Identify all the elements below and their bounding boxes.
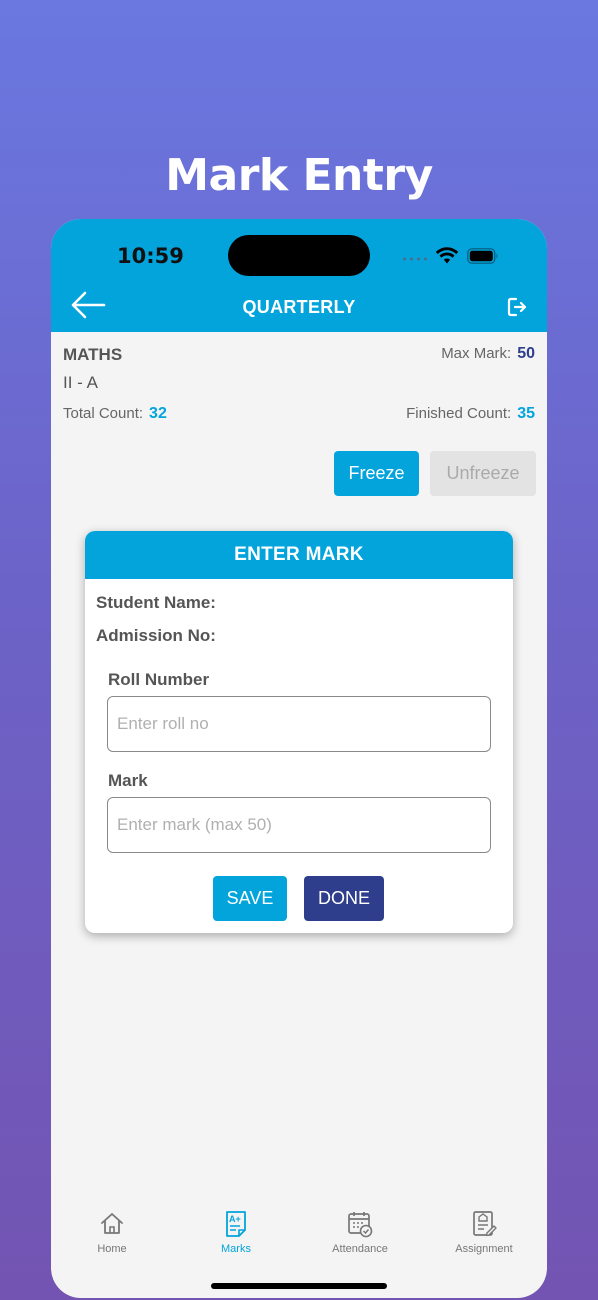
unfreeze-button[interactable]: Unfreeze	[430, 451, 536, 496]
signal-dots-icon	[401, 257, 429, 261]
svg-text:A+: A+	[229, 1214, 241, 1224]
promo-title: Mark Entry	[165, 150, 433, 201]
class-section: II - A	[63, 373, 98, 392]
max-mark: Max Mark: 50	[441, 345, 535, 363]
bottom-tab-bar: Home A+ Marks Attendance Assignment	[51, 1199, 547, 1259]
logout-icon[interactable]	[507, 297, 529, 317]
attendance-icon	[348, 1212, 373, 1238]
tab-marks[interactable]: A+ Marks	[186, 1199, 286, 1259]
total-count: Total Count: 32	[63, 405, 167, 423]
subject-name: MATHS	[63, 345, 123, 364]
finished-count-label: Finished Count:	[406, 405, 512, 422]
admission-no-label: Admission No:	[96, 626, 216, 645]
status-time: 10:59	[117, 244, 184, 268]
enter-mark-dialog: ENTER MARK Student Name: Admission No: R…	[85, 531, 513, 933]
home-indicator	[211, 1283, 387, 1289]
page-title: QUARTERLY	[242, 297, 356, 317]
dialog-title: ENTER MARK	[85, 531, 513, 579]
phone-screen: 10:59 QUARTERLY MATHS II - A Max Mark: 5…	[51, 219, 547, 1298]
wifi-icon	[435, 247, 459, 264]
status-icons	[401, 246, 511, 266]
tab-home-label: Home	[97, 1243, 127, 1255]
tab-assignment-label: Assignment	[455, 1243, 513, 1255]
tab-attendance[interactable]: Attendance	[310, 1199, 410, 1259]
roll-number-input[interactable]	[107, 696, 491, 752]
battery-icon	[467, 248, 498, 264]
save-button[interactable]: SAVE	[213, 876, 287, 921]
done-button[interactable]: DONE	[304, 876, 384, 921]
tab-home[interactable]: Home	[62, 1199, 162, 1259]
mark-input[interactable]	[107, 797, 491, 853]
tab-assignment[interactable]: Assignment	[434, 1199, 534, 1259]
home-icon	[101, 1213, 123, 1234]
total-count-value: 32	[149, 405, 167, 422]
total-count-label: Total Count:	[63, 405, 144, 422]
app-header: 10:59 QUARTERLY	[51, 219, 547, 332]
assignment-icon	[473, 1211, 497, 1237]
tab-marks-label: Marks	[221, 1243, 251, 1255]
max-mark-value: 50	[517, 345, 535, 362]
finished-count: Finished Count: 35	[406, 405, 535, 423]
mark-label: Mark	[108, 771, 148, 790]
roll-number-label: Roll Number	[108, 670, 210, 689]
tab-attendance-label: Attendance	[332, 1243, 388, 1255]
dynamic-island	[228, 235, 370, 276]
marks-icon: A+	[226, 1211, 246, 1237]
max-mark-label: Max Mark:	[441, 345, 512, 362]
student-name-label: Student Name:	[96, 593, 216, 612]
finished-count-value: 35	[517, 405, 535, 422]
freeze-button[interactable]: Freeze	[334, 451, 419, 496]
